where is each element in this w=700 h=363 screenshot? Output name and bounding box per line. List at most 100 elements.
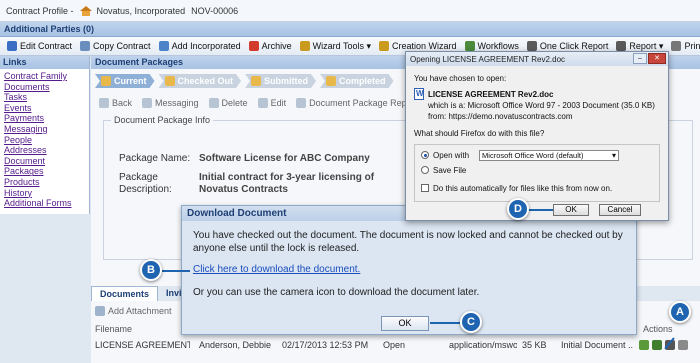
save-file-option[interactable]: Save File <box>421 164 653 176</box>
add-attachment-button[interactable]: Add Attachment <box>95 306 172 316</box>
sidebar-item-messaging[interactable]: Messaging <box>4 124 85 135</box>
status-completed[interactable]: Completed <box>320 74 394 88</box>
open-with-label: Open with <box>433 150 470 160</box>
firefox-cancel-button[interactable]: Cancel <box>599 204 641 216</box>
copy-icon <box>80 41 91 51</box>
download-document-dialog: Download Document You have checked out t… <box>181 205 637 335</box>
report-menu-icon <box>616 41 627 51</box>
print-icon <box>671 41 682 51</box>
minimize-icon[interactable]: – <box>633 53 647 64</box>
package-back-button[interactable]: Back <box>95 94 136 111</box>
toolbar-button-label: Workflows <box>477 41 519 51</box>
toolbar-button-wizard[interactable]: Wizard Tools ▾ <box>296 38 375 55</box>
filename-header[interactable]: Filename <box>95 324 132 334</box>
sidebar-item-tasks[interactable]: Tasks <box>4 92 85 103</box>
package-toolbar-label: Delete <box>221 97 248 108</box>
info-legend: Document Package Info <box>111 115 214 125</box>
edit-icon <box>257 97 268 108</box>
firefox-ok-button[interactable]: OK <box>553 204 589 216</box>
save-file-label: Save File <box>433 165 467 175</box>
check-in-icon[interactable] <box>639 340 649 350</box>
sidebar-item-people[interactable]: People <box>4 135 85 146</box>
sidebar-item-payments[interactable]: Payments <box>4 113 85 124</box>
toolbar-button-label: Copy Contract <box>93 41 151 51</box>
toolbar-button-label: Edit Contract <box>20 41 73 51</box>
chosen-text: You have chosen to open: <box>414 74 507 83</box>
sidebar-item-history[interactable]: History <box>4 188 85 199</box>
home-icon[interactable] <box>79 5 92 16</box>
firefox-open-dialog: Opening LICENSE AGREEMENT Rev2.doc – ✕ Y… <box>405 51 669 221</box>
file-source-text: from: https://demo.novatuscontracts.com <box>428 112 573 121</box>
firefox-question: What should Firefox do with this file? <box>414 129 545 138</box>
sidebar-item-documents[interactable]: Documents <box>4 82 85 93</box>
package-document-package-report-button[interactable]: Document Package Report <box>292 94 421 111</box>
package-desc-line1: Initial contract for 3-year licensing of <box>199 172 375 183</box>
close-icon[interactable]: ✕ <box>648 53 666 64</box>
links-header: Links <box>0 56 89 69</box>
delete-icon <box>208 97 219 108</box>
download-ok-button[interactable]: OK <box>381 316 429 331</box>
status-icon <box>165 76 175 86</box>
title-bar: Contract Profile - Novatus, Incorporated… <box>0 0 700 22</box>
table-row[interactable]: LICENSE AGREEMENT ... Anderson, Debbie 0… <box>91 338 700 351</box>
toolbar-button-edit[interactable]: Edit Contract <box>3 38 76 55</box>
status-checked-out[interactable]: Checked Out <box>159 74 242 88</box>
sidebar-item-addresses[interactable]: Addresses <box>4 145 85 156</box>
tab-documents[interactable]: Documents <box>91 286 159 301</box>
marker-c-pointer <box>430 322 460 324</box>
auto-checkbox[interactable] <box>421 184 429 192</box>
toolbar-button-label: Archive <box>261 41 292 51</box>
toolbar-button-label: Wizard Tools ▾ <box>312 40 371 51</box>
package-toolbar-label: Messaging <box>155 97 199 108</box>
status-label: Completed <box>339 76 386 86</box>
additional-parties-header[interactable]: Additional Parties (0) <box>0 22 700 37</box>
package-edit-button[interactable]: Edit <box>254 94 291 111</box>
package-toolbar-label: Edit <box>270 97 287 108</box>
sidebar-item-document-packages[interactable]: Document Packages <box>4 156 85 177</box>
open-options-group: Open with Microsoft Office Word (default… <box>414 144 660 202</box>
marker-c: C <box>460 311 482 333</box>
row-actions <box>639 340 688 350</box>
package-desc-label: Package Description: <box>119 172 172 195</box>
toolbar-button-print[interactable]: Print <box>667 38 700 55</box>
status-icon <box>326 76 336 86</box>
status-submitted[interactable]: Submitted <box>245 74 316 88</box>
package-desc-value: Initial contract for 3-year licensing of… <box>199 172 374 196</box>
row-filename: LICENSE AGREEMENT ... <box>95 339 190 350</box>
sidebar-item-events[interactable]: Events <box>4 103 85 114</box>
status-icon <box>251 76 261 86</box>
actions-header: Actions <box>643 323 673 334</box>
save-file-radio[interactable] <box>421 166 429 174</box>
links-list: Contract Family Documents Tasks Events Payme… <box>0 69 89 211</box>
report-icon <box>526 41 537 51</box>
download-link[interactable]: Click here to download the document. <box>193 263 625 276</box>
sidebar-item-contract-family[interactable]: Contract Family <box>4 71 85 82</box>
back-icon <box>99 97 109 108</box>
status-tabs: Current Checked Out Submitted Completed <box>91 74 394 88</box>
row-size: 35 KB <box>522 339 547 350</box>
delete-icon[interactable] <box>678 340 688 350</box>
sidebar-item-products[interactable]: Products <box>4 177 85 188</box>
marker-d-pointer <box>528 209 553 211</box>
edit-icon <box>7 41 17 51</box>
upload-icon[interactable] <box>652 340 662 350</box>
workflows-icon <box>464 41 475 51</box>
open-with-option[interactable]: Open with Microsoft Office Word (default… <box>421 149 653 161</box>
package-desc-line2: Novatus Contracts <box>199 184 288 195</box>
status-label: Current <box>114 76 147 86</box>
toolbar-button-copy[interactable]: Copy Contract <box>76 38 155 55</box>
marker-a: A <box>669 301 691 323</box>
sidebar-item-additional-forms[interactable]: Additional Forms <box>4 198 85 209</box>
open-with-select[interactable]: Microsoft Office Word (default) <box>479 149 620 161</box>
toolbar-button-archive[interactable]: Archive <box>245 38 296 55</box>
firefox-dialog-title: Opening LICENSE AGREEMENT Rev2.doc <box>410 54 566 64</box>
package-desc-row: Package Description: Initial contract fo… <box>119 172 374 196</box>
package-delete-button[interactable]: Delete <box>205 94 252 111</box>
marker-b-pointer <box>162 270 190 272</box>
row-person: Anderson, Debbie <box>199 339 272 350</box>
auto-option[interactable]: Do this automatically for files like thi… <box>421 182 653 194</box>
toolbar-button-add-incorporated[interactable]: Add Incorporated <box>155 38 245 55</box>
open-with-radio[interactable] <box>421 151 429 159</box>
status-current[interactable]: Current <box>95 74 155 88</box>
package-messaging-button[interactable]: Messaging <box>138 94 203 111</box>
